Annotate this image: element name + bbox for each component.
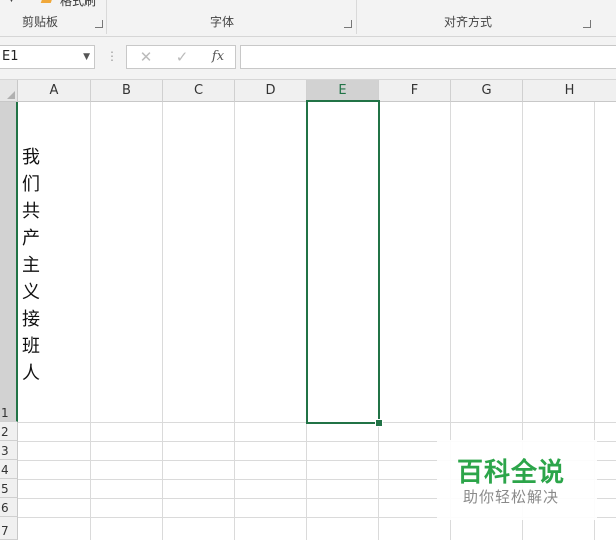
name-box[interactable]: E1 ▼ xyxy=(0,45,95,69)
select-all-button[interactable] xyxy=(0,80,18,102)
row-number: 3 xyxy=(1,444,9,458)
formula-buttons: ✕ ✓ fx xyxy=(126,45,236,69)
row-number: 2 xyxy=(1,425,9,439)
row-number: 1 xyxy=(1,406,9,420)
row-header-7[interactable]: 7 xyxy=(0,517,18,540)
formula-bar: E1 ▼ ⋮ ✕ ✓ fx xyxy=(0,37,616,80)
font-group-label: 字体 xyxy=(210,15,235,29)
watermark-subtitle: 助你轻松解决 xyxy=(463,488,560,506)
alignment-launcher-icon[interactable] xyxy=(583,20,591,28)
row-header-5[interactable]: 5 xyxy=(0,479,18,498)
cell-a1-char: 我 xyxy=(22,147,40,168)
paintbrush-icon xyxy=(40,0,54,3)
cell-a1-char: 们 xyxy=(22,174,40,195)
row-header-3[interactable]: 3 xyxy=(0,441,18,460)
column-header-d[interactable]: D xyxy=(235,80,307,102)
cell-a1-char: 班 xyxy=(22,336,40,357)
clipboard-group-label: 剪贴板 xyxy=(22,15,59,29)
insert-function-icon[interactable]: fx xyxy=(203,46,233,68)
ribbon-separator xyxy=(356,0,357,34)
row-number: 5 xyxy=(1,482,9,496)
enter-icon[interactable]: ✓ xyxy=(167,46,197,68)
column-header-f[interactable]: F xyxy=(379,80,451,102)
alignment-group-label: 对齐方式 xyxy=(444,15,493,29)
cell-a1-char: 接 xyxy=(22,309,40,330)
font-launcher-icon[interactable] xyxy=(344,20,352,28)
chevron-down-icon[interactable]: ▼ xyxy=(83,46,90,68)
column-header-a[interactable]: A xyxy=(18,80,91,102)
watermark-title: 百科全说 xyxy=(457,458,566,488)
gridline xyxy=(234,102,235,540)
ribbon: ▼ 格式刷 剪贴板 字体 对齐方式 xyxy=(0,0,616,37)
name-box-value: E1 xyxy=(2,49,19,64)
cell-a1-char: 主 xyxy=(22,255,40,276)
more-options-icon[interactable]: ⋮ xyxy=(106,49,118,63)
format-painter-label: 格式刷 xyxy=(60,0,97,8)
gridline xyxy=(162,102,163,540)
column-header-h[interactable]: H xyxy=(523,80,616,102)
row-header-4[interactable]: 4 xyxy=(0,460,18,479)
cell-a1-char: 义 xyxy=(22,282,40,303)
cell-a1-char: 人 xyxy=(22,363,40,384)
select-all-icon xyxy=(7,91,15,99)
row-number: 4 xyxy=(1,463,9,477)
cell-a1[interactable]: 我 们 共 产 主 义 接 班 人 xyxy=(22,144,40,387)
ribbon-separator xyxy=(106,0,107,34)
cancel-icon[interactable]: ✕ xyxy=(131,46,161,68)
row-header-1[interactable]: 1 xyxy=(0,102,18,422)
gridline xyxy=(90,102,91,540)
row-header-2[interactable]: 2 xyxy=(0,422,18,441)
clipboard-launcher-icon[interactable] xyxy=(95,20,103,28)
cell-a1-char: 共 xyxy=(22,201,40,222)
column-header-g[interactable]: G xyxy=(451,80,523,102)
row-number: 6 xyxy=(1,501,9,515)
selected-cell-e1[interactable] xyxy=(306,100,380,424)
chevron-down-icon[interactable]: ▼ xyxy=(8,0,15,6)
row-header-6[interactable]: 6 xyxy=(0,498,18,517)
column-header-c[interactable]: C xyxy=(163,80,235,102)
column-header-e[interactable]: E xyxy=(307,80,379,102)
row-number: 7 xyxy=(1,524,9,538)
cell-a1-char: 产 xyxy=(22,228,40,249)
formula-input[interactable] xyxy=(240,45,616,69)
fill-handle[interactable] xyxy=(375,419,383,427)
column-header-b[interactable]: B xyxy=(91,80,163,102)
watermark: 百科全说 助你轻松解决 xyxy=(437,440,597,520)
